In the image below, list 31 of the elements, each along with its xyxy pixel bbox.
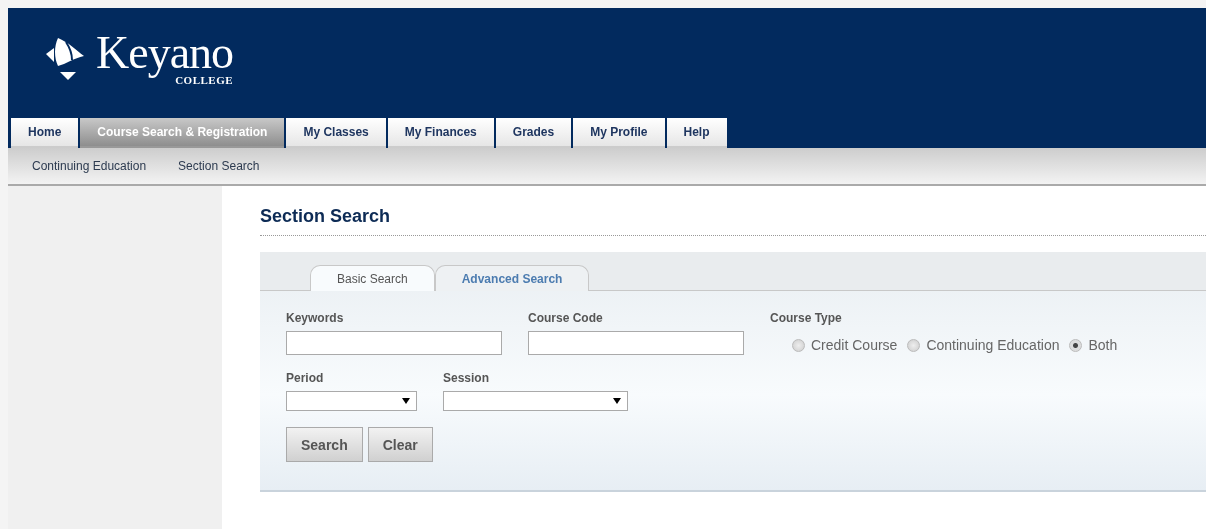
subnav-link[interactable]: Section Search xyxy=(178,159,260,173)
radio-label: Both xyxy=(1088,337,1118,353)
nav-tab[interactable]: Home xyxy=(11,118,79,148)
page-title: Section Search xyxy=(260,206,1206,236)
field-label: Period xyxy=(286,371,325,385)
nav-tab[interactable]: My Finances xyxy=(387,118,494,148)
search-tab[interactable]: Advanced Search xyxy=(434,265,590,291)
radio-label: Credit Course xyxy=(811,337,898,353)
field-label: Course Code xyxy=(528,311,604,325)
period-dropdown[interactable] xyxy=(286,391,417,411)
radio-label: Continuing Education xyxy=(926,337,1060,353)
nav-tab[interactable]: My Profile xyxy=(573,118,665,148)
search-tab[interactable]: Basic Search xyxy=(310,265,435,291)
search-button[interactable]: Search xyxy=(286,427,363,462)
clear-button[interactable]: Clear xyxy=(367,427,433,462)
field-label: Keywords xyxy=(286,311,345,325)
session-dropdown[interactable] xyxy=(443,391,628,411)
logo-subtitle: COLLEGE xyxy=(175,74,234,86)
caret-icon xyxy=(402,397,410,405)
caret-icon xyxy=(613,397,621,405)
course-code-field[interactable] xyxy=(528,331,744,355)
subnav-link[interactable]: Continuing Education xyxy=(32,159,147,173)
nav-tab[interactable]: My Classes xyxy=(286,118,386,148)
radio-button[interactable] xyxy=(1069,338,1083,352)
nav-tab[interactable]: Grades xyxy=(495,118,572,148)
nav-tab[interactable]: Help xyxy=(666,118,727,148)
keywords-field[interactable] xyxy=(286,331,502,355)
field-label: Course Type xyxy=(770,311,843,325)
radio-button[interactable] xyxy=(792,338,805,352)
radio-button[interactable] xyxy=(907,338,921,352)
field-label: Session xyxy=(443,371,491,385)
